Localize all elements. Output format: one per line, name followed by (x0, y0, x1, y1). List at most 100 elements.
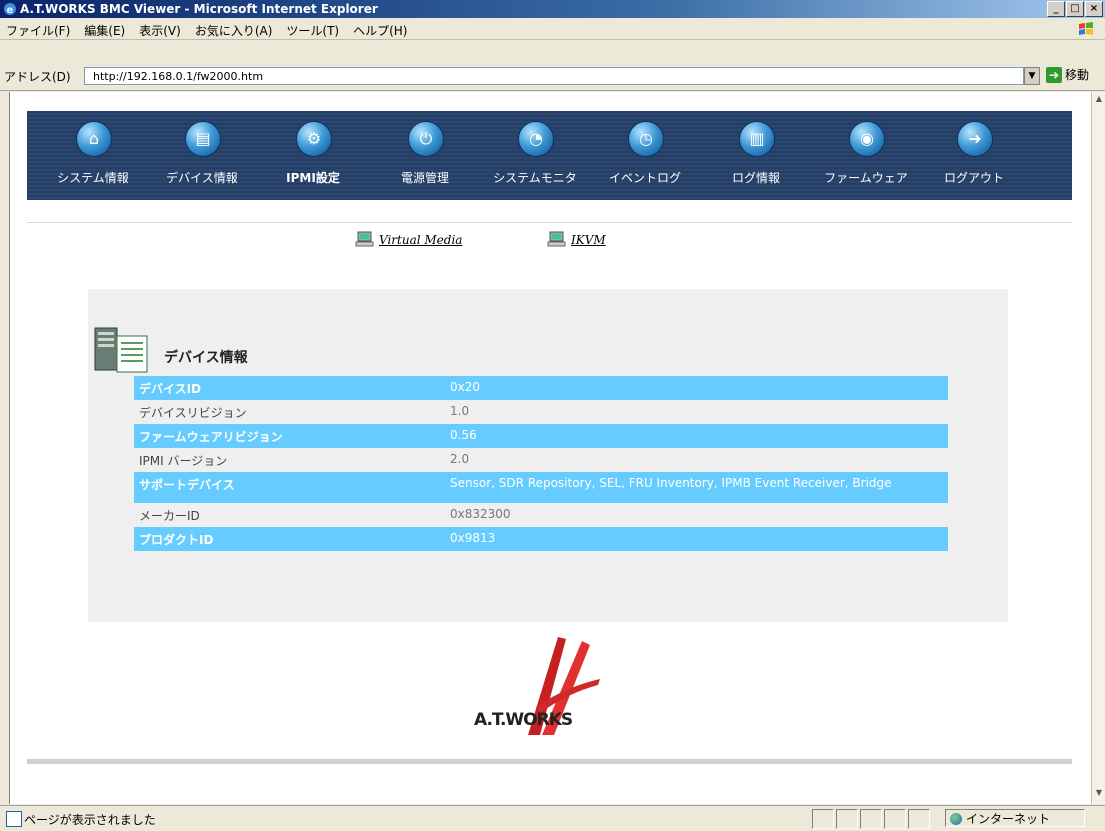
page-done-icon (6, 811, 22, 827)
maximize-button[interactable]: □ (1066, 1, 1084, 17)
row-key: デバイスID (139, 382, 202, 396)
footer-divider (27, 759, 1072, 764)
log-info-icon: ▥ (739, 121, 775, 157)
address-dropdown-button[interactable]: ▼ (1024, 67, 1040, 85)
table-row: メーカーID 0x832300 (134, 503, 948, 527)
table-row: サポートデバイス Sensor, SDR Repository, SEL, FR… (134, 472, 948, 503)
nav-label: システムモニタ (493, 171, 577, 185)
nav-system-monitor[interactable]: ◔ システムモニタ (485, 111, 585, 200)
nav-logout[interactable]: ➜ ログアウト (924, 111, 1024, 200)
nav-label: 電源管理 (400, 171, 449, 185)
close-button[interactable]: × (1085, 1, 1103, 17)
device-info-table: デバイスID 0x20 デバイスリビジョン 1.0 ファームウェアリビジョン 0… (134, 376, 948, 551)
page-content: ⌂ システム情報 ▤ デバイス情報 ⚙ IPMI設定 ⏻ 電源管理 ◔ システム… (9, 92, 1092, 804)
window-title-bar[interactable]: e A.T.WORKS BMC Viewer - Microsoft Inter… (0, 0, 1105, 18)
windows-logo-icon (1079, 22, 1093, 35)
virtual-media-link[interactable]: Virtual Media (355, 231, 462, 247)
device-info-panel: デバイス情報 デバイスID 0x20 デバイスリビジョン 1.0 ファームウェア… (88, 289, 1008, 622)
globe-icon (950, 813, 962, 825)
internet-explorer-icon: e (4, 3, 16, 16)
nav-label: システム情報 (57, 171, 129, 185)
ipmi-icon: ⚙ (296, 121, 332, 157)
power-icon: ⏻ (408, 121, 444, 157)
minimize-button[interactable]: _ (1047, 1, 1065, 17)
nav-label: ファームウェア (824, 171, 908, 185)
home-icon: ⌂ (76, 121, 112, 157)
main-nav-bar: ⌂ システム情報 ▤ デバイス情報 ⚙ IPMI設定 ⏻ 電源管理 ◔ システム… (27, 111, 1072, 200)
virtual-media-link-text[interactable]: Virtual Media (379, 233, 462, 247)
status-cell (836, 809, 858, 829)
scroll-down-arrow-icon[interactable]: ▼ (1093, 788, 1105, 800)
table-row: ファームウェアリビジョン 0.56 (134, 424, 948, 448)
menu-edit[interactable]: 編集(E) (84, 22, 125, 39)
nav-label: デバイス情報 (166, 171, 238, 185)
scroll-up-arrow-icon[interactable]: ▲ (1093, 94, 1105, 106)
row-value: 1.0 (450, 404, 470, 418)
ikvm-link-text[interactable]: IKVM (571, 233, 606, 247)
menu-help[interactable]: ヘルプ(H) (353, 22, 407, 39)
row-key: IPMI バージョン (139, 454, 228, 468)
nav-ipmi-settings[interactable]: ⚙ IPMI設定 (263, 111, 363, 200)
row-value: 2.0 (450, 452, 470, 466)
zone-label: インターネット (966, 812, 1051, 826)
row-key: デバイスリビジョン (139, 406, 247, 420)
row-key: プロダクトID (139, 533, 214, 547)
go-button[interactable]: ➔ 移動 (1046, 66, 1089, 83)
menu-file[interactable]: ファイル(F) (6, 22, 70, 39)
row-key: メーカーID (139, 509, 200, 523)
row-value: Sensor, SDR Repository, SEL, FRU Invento… (450, 476, 892, 490)
nav-label: イベントログ (608, 171, 681, 185)
computer-icon (547, 231, 566, 247)
row-value: 0x20 (450, 380, 481, 394)
divider (27, 222, 1072, 223)
address-input[interactable]: http://192.168.0.1/fw2000.htm (84, 67, 1024, 85)
security-zone: インターネット (945, 809, 1085, 827)
row-key: サポートデバイス (139, 478, 235, 492)
server-document-icon (94, 327, 148, 373)
event-log-icon: ◷ (628, 121, 664, 157)
menu-tools[interactable]: ツール(T) (286, 22, 339, 39)
row-value: 0x9813 (450, 531, 496, 545)
atworks-logo: A.T.WORKS (470, 627, 610, 737)
status-cell (884, 809, 906, 829)
go-arrow-icon: ➔ (1046, 66, 1062, 83)
firmware-icon: ◉ (849, 121, 885, 157)
window-title: A.T.WORKS BMC Viewer - Microsoft Interne… (20, 2, 378, 16)
status-cell (812, 809, 834, 829)
nav-log-info[interactable]: ▥ ログ情報 (706, 111, 806, 200)
svg-text:e: e (7, 5, 14, 16)
nav-label: IPMI設定 (286, 171, 340, 185)
nav-system-info[interactable]: ⌂ システム情報 (43, 111, 143, 200)
nav-power-management[interactable]: ⏻ 電源管理 (375, 111, 475, 200)
logout-icon: ➜ (957, 121, 993, 157)
status-bar: ページが表示されました インターネット (0, 805, 1105, 831)
row-key: ファームウェアリビジョン (139, 430, 283, 444)
vertical-scrollbar[interactable]: ▲ ▼ (1091, 92, 1105, 804)
row-value: 0.56 (450, 428, 477, 442)
computer-icon (355, 231, 374, 247)
nav-event-log[interactable]: ◷ イベントログ (595, 111, 695, 200)
table-row: デバイスID 0x20 (134, 376, 948, 400)
table-row: プロダクトID 0x9813 (134, 527, 948, 551)
nav-device-info[interactable]: ▤ デバイス情報 (152, 111, 252, 200)
nav-firmware[interactable]: ◉ ファームウェア (816, 111, 916, 200)
section-heading: デバイス情報 (164, 350, 248, 366)
menu-bar: ファイル(F) 編集(E) 表示(V) お気に入り(A) ツール(T) ヘルプ(… (0, 18, 1105, 40)
nav-label: ログアウト (943, 171, 1004, 185)
nav-label: ログ情報 (731, 171, 780, 185)
device-icon: ▤ (185, 121, 221, 157)
menu-view[interactable]: 表示(V) (139, 22, 181, 39)
menu-favorites[interactable]: お気に入り(A) (195, 22, 273, 39)
status-cell (908, 809, 930, 829)
status-cell (860, 809, 882, 829)
table-row: デバイスリビジョン 1.0 (134, 400, 948, 424)
logo-text: A.T.WORKS (474, 710, 573, 730)
go-label: 移動 (1065, 68, 1090, 82)
ikvm-link[interactable]: IKVM (547, 231, 606, 247)
address-label: アドレス(D) (4, 70, 71, 84)
status-text: ページが表示されました (24, 813, 156, 827)
monitor-icon: ◔ (518, 121, 554, 157)
table-row: IPMI バージョン 2.0 (134, 448, 948, 472)
address-bar: アドレス(D) http://192.168.0.1/fw2000.htm ▼ … (0, 40, 1105, 91)
row-value: 0x832300 (450, 507, 511, 521)
